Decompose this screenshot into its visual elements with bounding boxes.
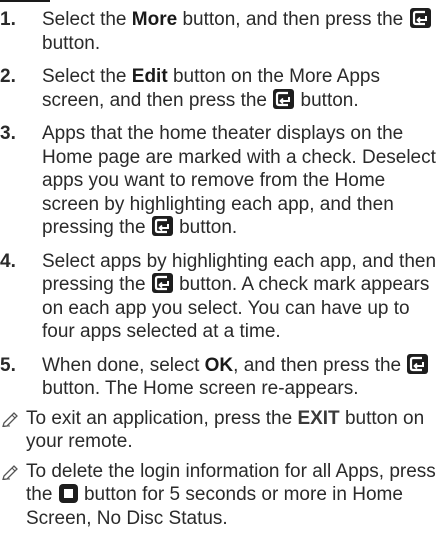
step-text: When done, select [42, 354, 205, 376]
step-number: 5. [0, 354, 16, 376]
step-list: 1. Select the More button, and then pres… [0, 8, 447, 401]
step-number: 3. [0, 123, 16, 144]
step-1: 1. Select the More button, and then pres… [0, 8, 447, 55]
step-3: 3. Apps that the home theater displays o… [0, 122, 447, 240]
step-text: , and then press the [233, 354, 407, 376]
enter-button-icon [407, 353, 429, 374]
step-text: Apps that the home theater displays on t… [42, 123, 436, 238]
notes-section: To exit an application, press the EXIT b… [0, 407, 447, 531]
note-text: To exit an application, press the [26, 407, 298, 429]
instruction-page: 1. Select the More button, and then pres… [0, 2, 447, 530]
ok-button-label: OK [204, 354, 234, 376]
enter-button-icon [409, 8, 431, 28]
step-5: 5. When done, select OK, and then press … [0, 353, 447, 401]
note-1: To exit an application, press the EXIT b… [0, 407, 447, 454]
step-2: 2. Select the Edit button on the More Ap… [0, 65, 447, 112]
more-button-label: More [131, 9, 178, 30]
enter-button-icon [273, 88, 295, 109]
step-4: 4. Select apps by highlighting each app,… [0, 250, 447, 344]
pencil-note-icon [1, 409, 21, 434]
step-text: button. The Home screen re-appears. [42, 378, 359, 399]
enter-button-icon [151, 216, 173, 236]
step-text: button, and then press the [177, 9, 409, 30]
step-number: 4. [0, 250, 16, 272]
note-text: button for 5 seconds or more in Home Scr… [26, 484, 403, 529]
step-number: 2. [0, 66, 16, 87]
enter-button-icon [151, 273, 173, 293]
step-text: Select the [42, 9, 132, 30]
step-text: Select the [42, 66, 132, 87]
note-2: To delete the login information for all … [0, 460, 447, 531]
step-text: button. [173, 217, 238, 238]
stop-button-icon [58, 484, 78, 503]
edit-button-label: Edit [131, 66, 168, 87]
exit-button-label: EXIT [297, 407, 340, 429]
step-number: 1. [0, 9, 16, 30]
step-text: button. [42, 32, 101, 54]
step-text: button. [295, 89, 359, 111]
pencil-note-icon [1, 462, 21, 487]
